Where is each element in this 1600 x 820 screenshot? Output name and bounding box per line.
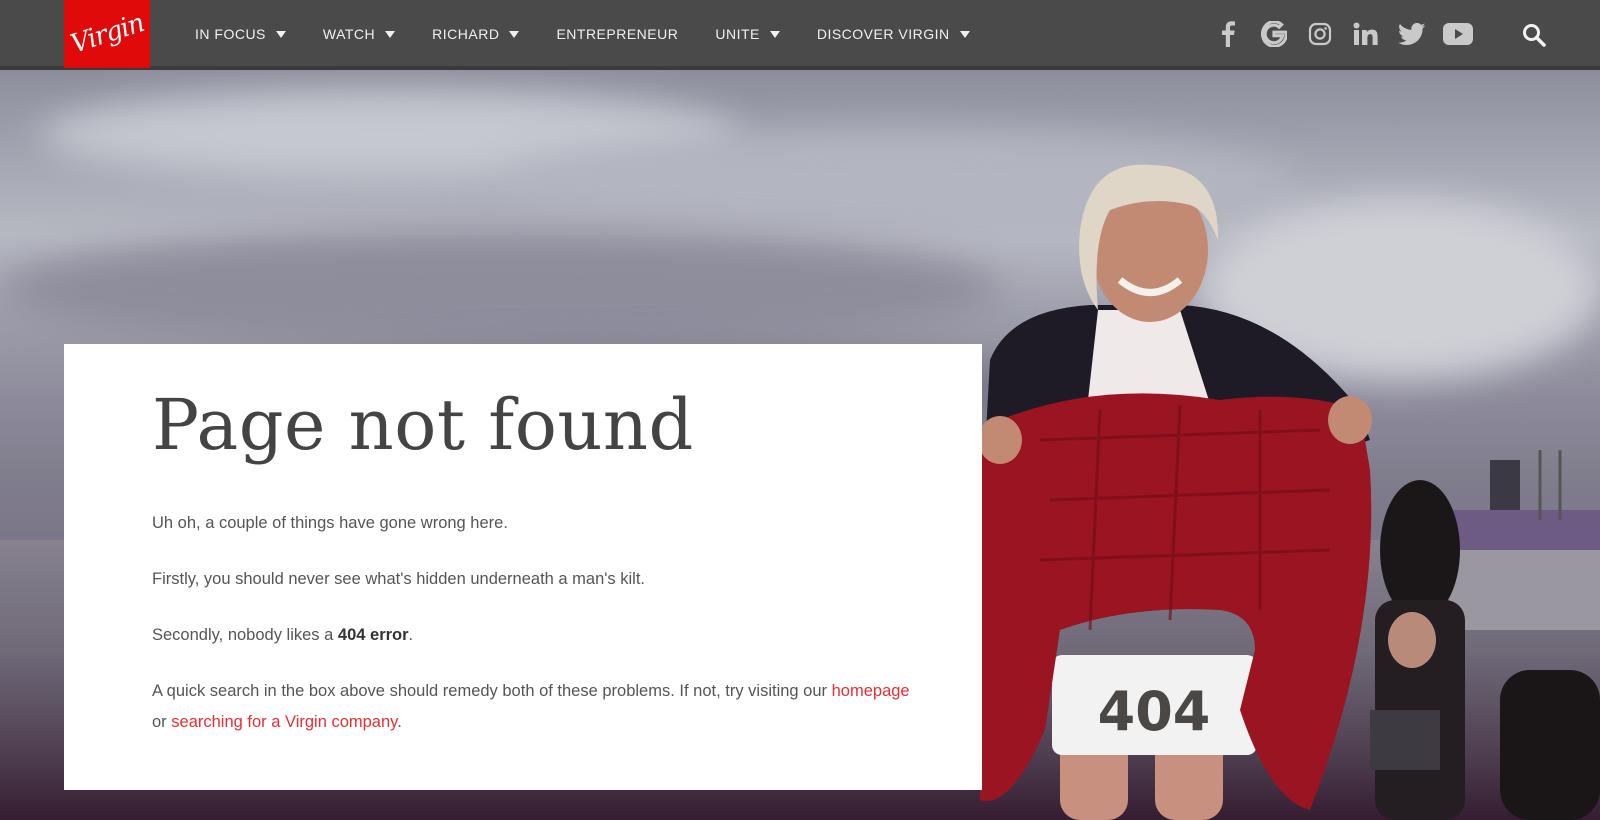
caret-down-icon xyxy=(385,30,396,38)
error-card: Page not found Uh oh, a couple of things… xyxy=(64,344,982,790)
error-code-strong: 404 error xyxy=(337,626,409,644)
nav-item-label: ENTREPRENEUR xyxy=(556,26,679,42)
error-message-line-2: Firstly, you should never see what's hid… xyxy=(152,570,646,588)
error-message-line-1: Uh oh, a couple of things have gone wron… xyxy=(152,514,508,532)
main-menu: IN FOCUS WATCH RICHARD ENTREPRENEUR UNIT… xyxy=(195,0,1007,68)
nav-item-label: IN FOCUS xyxy=(195,26,266,42)
top-nav: Virgin IN FOCUS WATCH RICHARD ENTREPRENE… xyxy=(0,0,1600,68)
nav-item-entrepreneur[interactable]: ENTREPRENEUR xyxy=(556,26,678,42)
google-icon[interactable] xyxy=(1251,21,1297,47)
caret-down-icon xyxy=(275,30,286,38)
man-with-kilt-illustration: 404 xyxy=(980,164,1600,820)
shorts-404-label: 404 xyxy=(1098,680,1211,743)
social-links xyxy=(1205,0,1481,68)
nav-item-discover-virgin[interactable]: DISCOVER VIRGIN xyxy=(817,26,970,42)
error-message-line-4: A quick search in the box above should r… xyxy=(152,676,912,738)
nav-item-unite[interactable]: UNITE xyxy=(715,26,780,42)
logo-text: Virgin xyxy=(66,8,148,60)
caret-down-icon xyxy=(509,30,520,38)
error-message-line-3: Secondly, nobody likes a 404 error. xyxy=(152,620,912,651)
nav-item-label: UNITE xyxy=(715,26,760,42)
caret-down-icon xyxy=(959,30,970,38)
nav-item-watch[interactable]: WATCH xyxy=(322,26,396,42)
linkedin-icon[interactable] xyxy=(1343,22,1389,46)
virgin-logo[interactable]: Virgin xyxy=(64,0,150,68)
homepage-link[interactable]: homepage xyxy=(832,682,910,700)
search-icon[interactable] xyxy=(1521,22,1547,48)
text-span: A quick search in the box above should r… xyxy=(152,682,832,700)
caret-down-icon xyxy=(769,30,780,38)
nav-item-label: WATCH xyxy=(322,26,376,42)
text-span: or xyxy=(152,713,172,731)
nav-item-label: DISCOVER VIRGIN xyxy=(816,26,950,42)
nav-item-richard[interactable]: RICHARD xyxy=(432,26,520,42)
text-span: . xyxy=(397,713,402,731)
text-span: Secondly, nobody likes a xyxy=(152,626,338,644)
nav-item-label: RICHARD xyxy=(432,26,500,42)
text-span: . xyxy=(408,626,414,644)
cloud-shape xyxy=(0,230,1000,350)
search-company-link[interactable]: searching for a Virgin company xyxy=(171,713,397,731)
youtube-icon[interactable] xyxy=(1435,23,1481,45)
nav-item-in-focus[interactable]: IN FOCUS xyxy=(195,26,286,42)
instagram-icon[interactable] xyxy=(1297,22,1343,46)
facebook-icon[interactable] xyxy=(1205,21,1251,47)
page-title: Page not found xyxy=(152,384,694,466)
twitter-icon[interactable] xyxy=(1389,23,1435,45)
